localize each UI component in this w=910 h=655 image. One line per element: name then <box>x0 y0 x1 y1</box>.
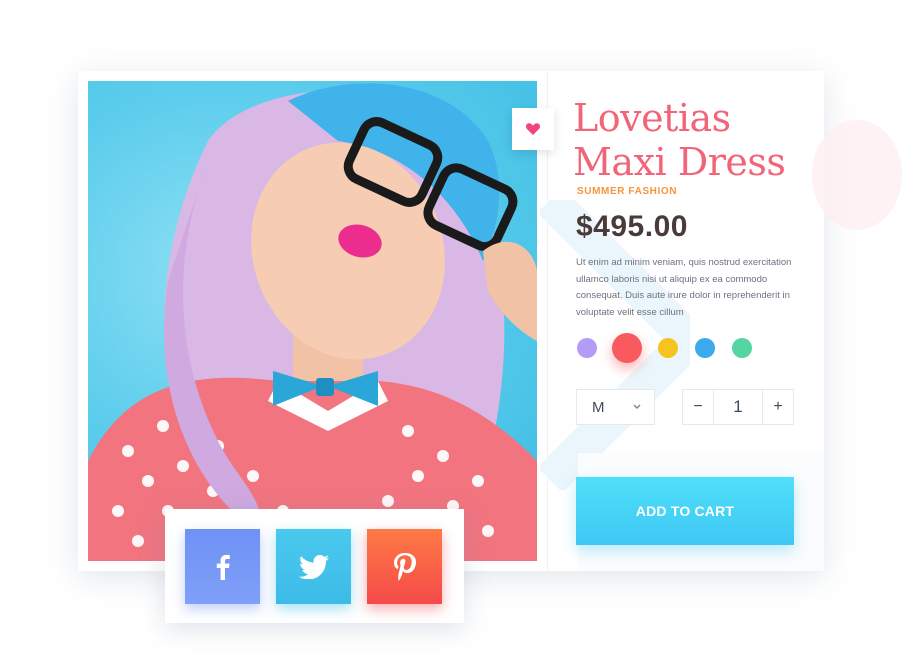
color-swatch[interactable] <box>658 338 678 358</box>
product-photo <box>88 81 537 561</box>
quantity-increase-button[interactable]: + <box>762 390 793 424</box>
facebook-share-button[interactable] <box>185 529 260 604</box>
color-swatch[interactable] <box>695 338 715 358</box>
decorative-circle <box>812 120 902 230</box>
color-swatch[interactable] <box>612 333 642 363</box>
wishlist-button[interactable] <box>512 108 554 150</box>
quantity-value[interactable]: 1 <box>714 390 762 424</box>
add-to-cart-button[interactable]: ADD TO CART <box>576 477 794 545</box>
quantity-stepper: − 1 + <box>682 389 794 425</box>
size-value: M <box>592 399 605 416</box>
pinterest-share-button[interactable] <box>367 529 442 604</box>
model-illustration <box>88 83 537 561</box>
product-price: $495.00 <box>576 210 688 243</box>
color-swatch[interactable] <box>577 338 597 358</box>
size-select[interactable]: M <box>576 389 655 425</box>
facebook-icon <box>216 554 230 580</box>
quantity-decrease-button[interactable]: − <box>683 390 714 424</box>
chevron-down-icon <box>633 404 641 409</box>
twitter-icon <box>298 554 329 579</box>
product-category: SUMMER FASHION <box>577 186 678 197</box>
pinterest-icon <box>393 552 416 581</box>
twitter-share-button[interactable] <box>276 529 351 604</box>
color-swatch[interactable] <box>732 338 752 358</box>
heart-icon <box>526 123 540 135</box>
share-panel <box>165 509 464 623</box>
product-description: Ut enim ad minim veniam, quis nostrud ex… <box>576 257 792 318</box>
product-title: Lovetias Maxi Dress <box>573 96 786 184</box>
